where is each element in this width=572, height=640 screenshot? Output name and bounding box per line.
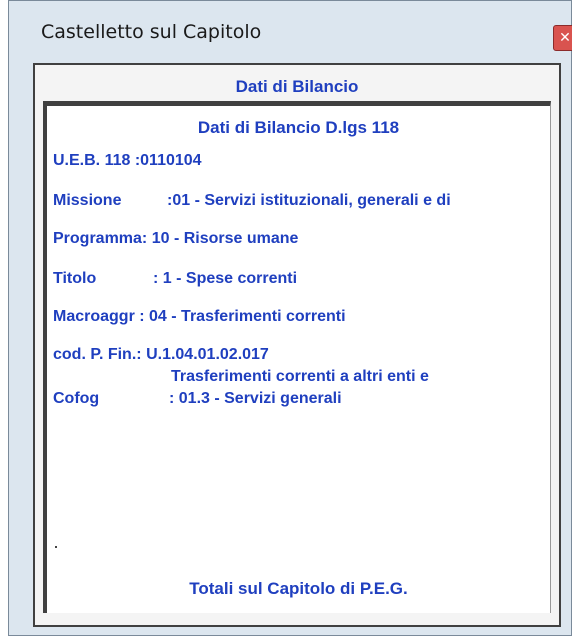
- castelletto-window: Castelletto sul Capitolo ✕ Dati di Bilan…: [8, 0, 572, 636]
- missione-value: :01 - Servizi istituzionali, generali e …: [167, 192, 451, 209]
- missione-label: Missione: [53, 192, 122, 209]
- titolo-value: : 1 - Spese correnti: [153, 270, 298, 287]
- dati-bilancio-118-header: Dati di Bilancio D.lgs 118: [197, 118, 400, 137]
- row-titolo: Titolo : 1 - Spese correnti: [53, 270, 297, 288]
- cod-p-fin-description: Trasferimenti correnti a altri enti e: [171, 368, 429, 385]
- row-ueb: U.E.B. 118 :0110104: [53, 152, 202, 170]
- row-cofog: Cofog : 01.3 - Servizi generali: [53, 390, 342, 408]
- close-icon: ✕: [559, 29, 571, 45]
- programma-value: 10 - Risorse umane: [151, 230, 299, 247]
- row-programma: Programma: 10 - Risorse umane: [53, 230, 298, 248]
- titolo-label: Titolo: [53, 270, 97, 287]
- ueb-value: 0110104: [140, 152, 202, 169]
- cod-p-fin-value: U.1.04.01.02.017: [146, 346, 269, 363]
- row-missione: Missione :01 - Servizi istituzionali, gen…: [53, 192, 451, 210]
- cod-p-fin-label: cod. P. Fin.:: [53, 346, 142, 363]
- macroaggr-label: Macroaggr :: [53, 308, 145, 325]
- dati-bilancio-118-panel: Dati di Bilancio D.lgs 118 U.E.B. 118 :0…: [43, 101, 551, 613]
- cofog-value: : 01.3 - Servizi generali: [169, 390, 342, 407]
- dati-bilancio-header: Dati di Bilancio: [235, 77, 359, 96]
- programma-label: Programma:: [53, 230, 148, 247]
- close-button[interactable]: ✕: [553, 25, 572, 51]
- dati-bilancio-panel: Dati di Bilancio Dati di Bilancio D.lgs …: [33, 63, 561, 627]
- stray-dot: [55, 546, 57, 548]
- totali-footer[interactable]: Totali sul Capitolo di P.E.G.: [47, 579, 550, 599]
- macroaggr-value: 04 - Trasferimenti correnti: [149, 308, 346, 325]
- row-cod-p-fin: cod. P. Fin.: U.1.04.01.02.017: [53, 346, 269, 364]
- cofog-label: Cofog: [53, 390, 100, 407]
- ueb-label: U.E.B. 118 :: [53, 152, 141, 169]
- window-title: Castelletto sul Capitolo: [41, 21, 262, 43]
- row-macroaggr: Macroaggr : 04 - Trasferimenti correnti: [53, 308, 346, 326]
- title-bar[interactable]: Castelletto sul Capitolo ✕: [9, 1, 572, 59]
